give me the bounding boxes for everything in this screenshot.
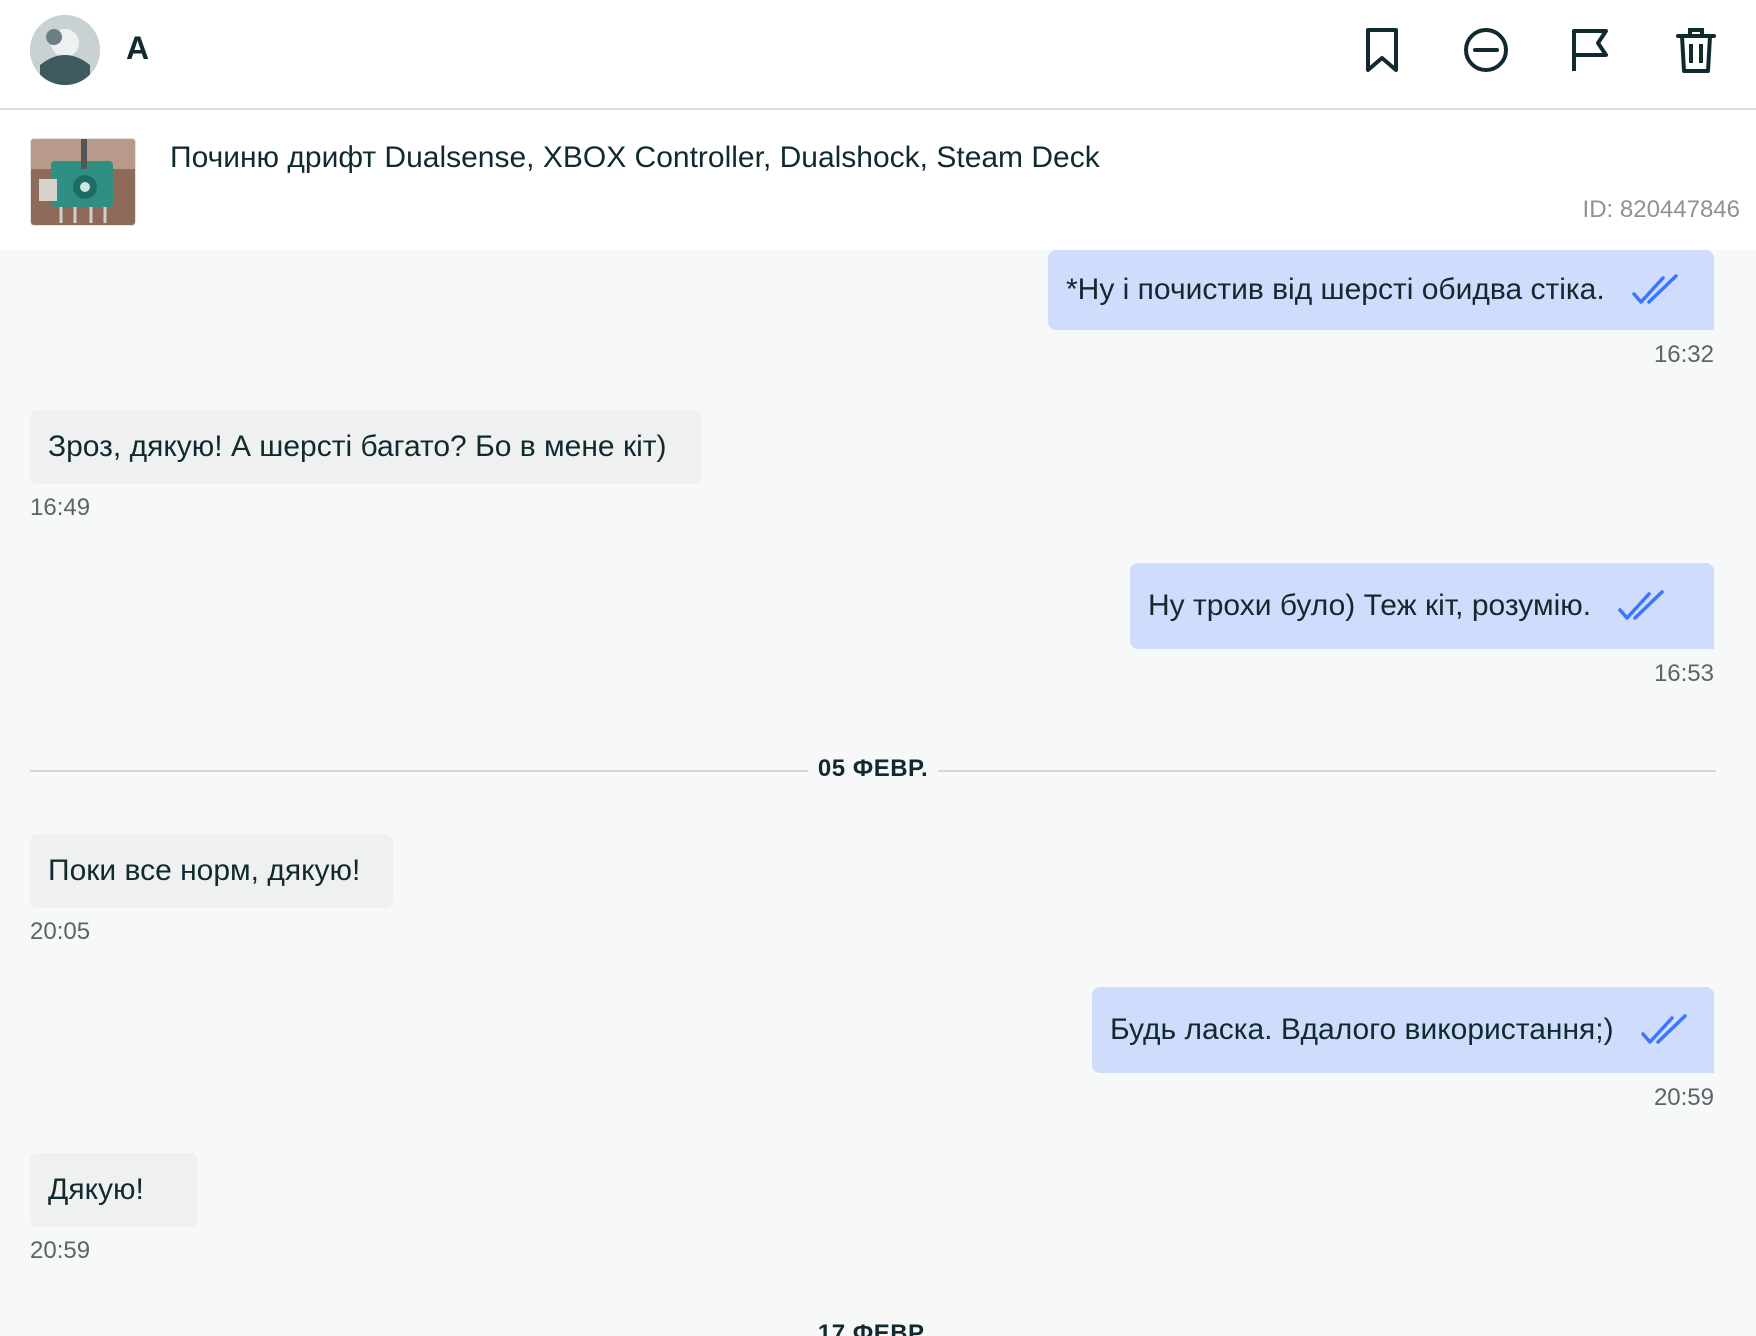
message-time: 20:59 bbox=[1653, 1084, 1714, 1111]
message-text: Будь ласка. Вдалого використання;) bbox=[1110, 1013, 1614, 1046]
message-bubble-outgoing[interactable]: Ну трохи було) Теж кіт, розумію. bbox=[1130, 563, 1714, 649]
message-bubble-outgoing[interactable]: Будь ласка. Вдалого використання;) bbox=[1092, 987, 1714, 1073]
user-name[interactable]: A bbox=[126, 28, 156, 68]
read-double-check-icon bbox=[1618, 590, 1664, 620]
message-time: 16:53 bbox=[1653, 660, 1714, 687]
message-text: Ну трохи було) Теж кіт, розумію. bbox=[1148, 589, 1592, 622]
message-time: 20:05 bbox=[30, 918, 91, 945]
listing-title[interactable]: Починю дрифт Dualsense, XBOX Controller,… bbox=[170, 138, 1100, 178]
chat-page: A Починю дрифт Dualsense, XBOX Controlle… bbox=[0, 0, 1756, 1336]
minus-circle-icon[interactable] bbox=[1458, 22, 1514, 78]
listing-id: ID: 820447846 bbox=[1582, 196, 1740, 223]
message-text: Поки все норм, дякую! bbox=[48, 854, 361, 887]
message-time: 16:32 bbox=[1653, 341, 1714, 368]
flag-icon[interactable] bbox=[1562, 22, 1618, 78]
message-bubble-incoming[interactable]: Зроз, дякую! А шерсті багато? Бо в мене … bbox=[30, 410, 702, 484]
date-separator: 17 ФЕВР. bbox=[30, 1316, 1716, 1336]
message-bubble-outgoing[interactable]: *Ну і почистив від шерсті обидва стіка. bbox=[1048, 250, 1714, 330]
message-time: 20:59 bbox=[30, 1237, 91, 1264]
message-time: 16:49 bbox=[30, 494, 91, 521]
bookmark-icon[interactable] bbox=[1354, 22, 1410, 78]
date-separator-label: 17 ФЕВР. bbox=[817, 1320, 929, 1336]
message-bubble-incoming[interactable]: Дякую! bbox=[30, 1153, 198, 1227]
listing-bar[interactable]: Починю дрифт Dualsense, XBOX Controller,… bbox=[0, 110, 1756, 250]
message-text: Дякую! bbox=[48, 1173, 144, 1206]
chat-header: A bbox=[0, 0, 1756, 110]
read-double-check-icon bbox=[1631, 274, 1678, 304]
avatar[interactable] bbox=[30, 15, 100, 85]
message-text: *Ну і почистив від шерсті обидва стіка. bbox=[1066, 273, 1605, 306]
read-double-check-icon bbox=[1640, 1014, 1687, 1044]
message-text: Зроз, дякую! А шерсті багато? Бо в мене … bbox=[48, 430, 667, 463]
listing-thumbnail[interactable] bbox=[30, 138, 136, 226]
date-separator-label: 05 ФЕВР. bbox=[817, 755, 929, 782]
trash-icon[interactable] bbox=[1668, 22, 1724, 78]
message-bubble-incoming[interactable]: Поки все норм, дякую! bbox=[30, 834, 393, 908]
date-separator: 05 ФЕВР. bbox=[30, 751, 1716, 791]
